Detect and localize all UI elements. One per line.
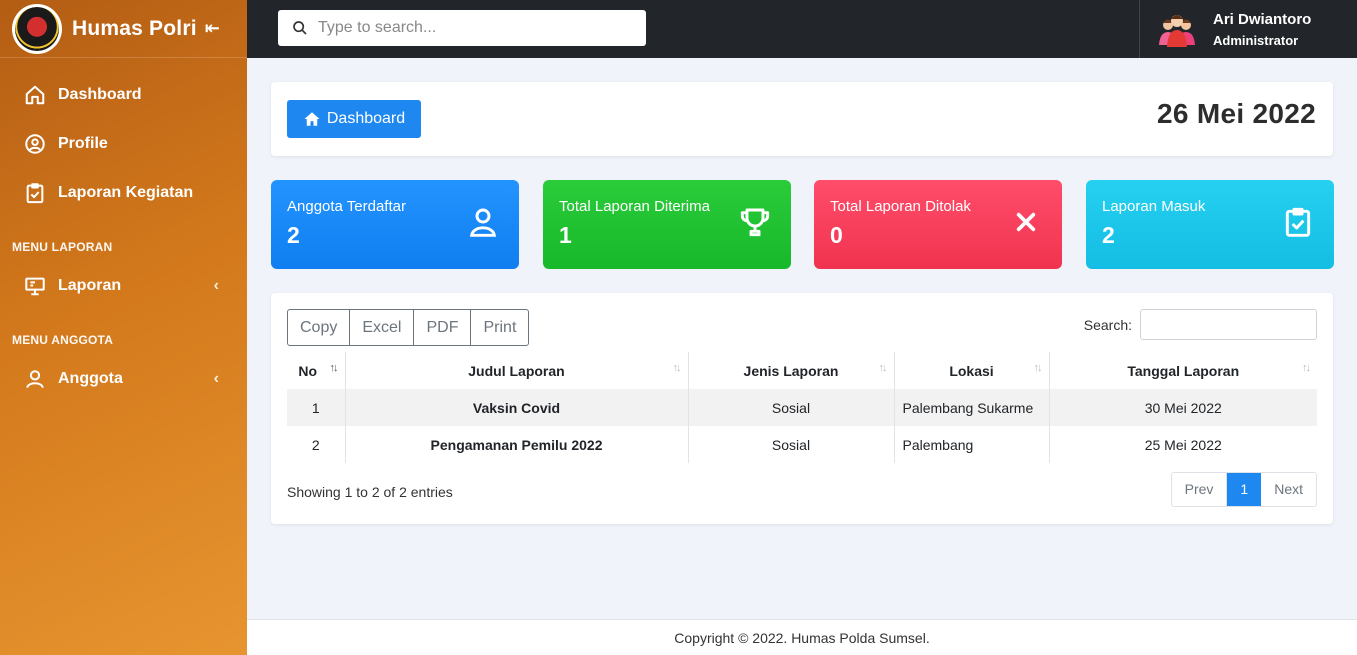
table-header-row: No ↑↓ Judul Laporan ↑↓ Jenis Laporan ↑↓ Lok…	[287, 352, 1317, 389]
sidebar-item-label: Anggota	[58, 369, 123, 387]
cell-no: 2	[287, 426, 346, 463]
table-info: Showing 1 to 2 of 2 entries	[287, 484, 453, 500]
column-header-lokasi[interactable]: Lokasi ↑↓	[894, 352, 1050, 389]
cell-lokasi: Palembang Sukarme	[894, 389, 1050, 426]
excel-button[interactable]: Excel	[350, 310, 415, 345]
user-role: Administrator	[1213, 32, 1299, 48]
sidebar-item-anggota[interactable]: Anggota ‹	[0, 354, 247, 403]
pagination: Prev 1 Next	[1170, 472, 1317, 507]
clipboard-check-icon	[26, 182, 44, 203]
stat-value: 2	[287, 222, 300, 248]
stat-value: 2	[1102, 222, 1115, 248]
cell-no: 1	[287, 389, 346, 426]
sidebar-item-dashboard[interactable]: Dashboard	[0, 70, 247, 119]
cell-judul: Pengamanan Pemilu 2022	[345, 426, 689, 463]
sort-icon: ↑↓	[672, 362, 682, 374]
avatar	[1159, 15, 1195, 47]
cell-tanggal: 25 Mei 2022	[1144, 436, 1222, 453]
user-icon	[469, 208, 497, 237]
export-buttons: Copy Excel PDF Print	[287, 309, 530, 346]
user-circle-icon	[25, 133, 45, 154]
stat-label: Total Laporan Ditolak	[830, 198, 971, 215]
table-row: 2 Pengamanan Pemilu 2022 Sosial Palemban…	[287, 426, 1317, 463]
stat-label: Anggota Terdaftar	[287, 198, 406, 215]
close-icon	[1016, 212, 1036, 232]
user-name: Ari Dwiantoro	[1213, 10, 1312, 28]
home-icon	[25, 85, 45, 104]
home-icon	[304, 112, 320, 126]
trophy-icon	[740, 208, 770, 237]
sidebar-item-profile[interactable]: Profile	[0, 119, 247, 168]
cell-judul: Vaksin Covid	[345, 389, 689, 426]
sidebar-nav: Dashboard Profile Laporan Kegiatan MENU …	[0, 58, 247, 403]
sidebar-item-label: Laporan	[58, 276, 122, 294]
sidebar: Humas Polri ⇤ Dashboard Profile Laporan …	[0, 0, 247, 655]
sidebar-item-label: Dashboard	[58, 85, 142, 103]
print-button[interactable]: Print	[471, 310, 528, 345]
table-search: Search:	[1084, 309, 1317, 340]
menu-heading-laporan: MENU LAPORAN	[12, 240, 113, 254]
stat-value: 1	[559, 222, 572, 248]
user-menu[interactable]: Ari Dwiantoro Administrator	[1139, 0, 1357, 58]
chevron-left-icon: ‹	[213, 369, 219, 387]
sidebar-item-laporan[interactable]: Laporan ‹	[0, 261, 247, 310]
cell-tanggal: 30 Mei 2022	[1049, 389, 1317, 426]
table-search-label: Search:	[1083, 316, 1132, 333]
cell-jenis: Sosial	[688, 426, 895, 463]
stat-card-anggota-terdaftar: Anggota Terdaftar 2	[271, 180, 519, 269]
stat-card-laporan-diterima: Total Laporan Diterima 1	[543, 180, 791, 269]
pdf-button[interactable]: PDF	[414, 310, 472, 345]
sidebar-item-label: Profile	[58, 134, 108, 152]
stat-card-laporan-ditolak: Total Laporan Ditolak 0	[814, 180, 1062, 269]
search-icon	[293, 21, 307, 35]
prev-page-button[interactable]: Prev	[1172, 473, 1228, 506]
brand: Humas Polri ⇤	[0, 0, 247, 58]
sidebar-item-label: Laporan Kegiatan	[58, 183, 194, 201]
topbar: Ari Dwiantoro Administrator	[247, 0, 1357, 58]
user-icon	[26, 369, 44, 388]
table-row: 1 Vaksin Covid Sosial Palembang Sukarme …	[287, 389, 1317, 426]
sort-asc-icon: ↑↓	[329, 362, 339, 374]
footer: Copyright © 2022. Humas Polda Sumsel.	[247, 619, 1357, 655]
column-header-no[interactable]: No ↑↓	[287, 352, 346, 389]
dashboard-button[interactable]: Dashboard	[287, 100, 421, 138]
laporan-table: No ↑↓ Judul Laporan ↑↓ Jenis Laporan ↑↓ Lok…	[287, 352, 1317, 463]
brand-title: Humas Polri	[72, 16, 197, 40]
column-header-tanggal[interactable]: Tanggal Laporan ↑↓	[1049, 352, 1317, 389]
stat-label: Total Laporan Diterima	[559, 198, 710, 215]
laporan-table-card: Copy Excel PDF Print Search: No ↑↓ Judul …	[271, 293, 1333, 524]
search-box	[278, 10, 646, 46]
page-1-button[interactable]: 1	[1227, 473, 1262, 506]
current-date: 26 Mei 2022	[1157, 98, 1316, 129]
dashboard-button-label: Dashboard	[326, 110, 406, 127]
clipboard-check-icon	[1285, 207, 1311, 237]
column-header-jenis[interactable]: Jenis Laporan ↑↓	[688, 352, 895, 389]
chevron-left-icon: ‹	[213, 276, 219, 294]
logo	[12, 3, 62, 54]
menu-heading-anggota: MENU ANGGOTA	[12, 333, 114, 347]
table-search-input[interactable]	[1140, 309, 1317, 340]
stat-label: Laporan Masuk	[1102, 198, 1206, 215]
presentation-icon	[25, 277, 45, 295]
copy-button[interactable]: Copy	[288, 310, 351, 345]
sidebar-item-laporan-kegiatan[interactable]: Laporan Kegiatan	[0, 168, 247, 217]
stat-card-laporan-masuk: Laporan Masuk 2	[1086, 180, 1334, 269]
sort-icon: ↑↓	[878, 362, 888, 374]
sort-icon: ↑↓	[1302, 362, 1311, 374]
search-input[interactable]	[318, 19, 638, 37]
page-header: Dashboard 26 Mei 2022	[271, 82, 1333, 156]
sort-icon: ↑↓	[1033, 362, 1043, 374]
cell-jenis: Sosial	[688, 389, 895, 426]
cell-lokasi: Palembang	[894, 426, 1050, 463]
collapse-sidebar-icon[interactable]: ⇤	[205, 18, 220, 39]
column-header-judul[interactable]: Judul Laporan ↑↓	[345, 352, 689, 389]
next-page-button[interactable]: Next	[1261, 473, 1316, 506]
stat-value: 0	[830, 222, 843, 248]
